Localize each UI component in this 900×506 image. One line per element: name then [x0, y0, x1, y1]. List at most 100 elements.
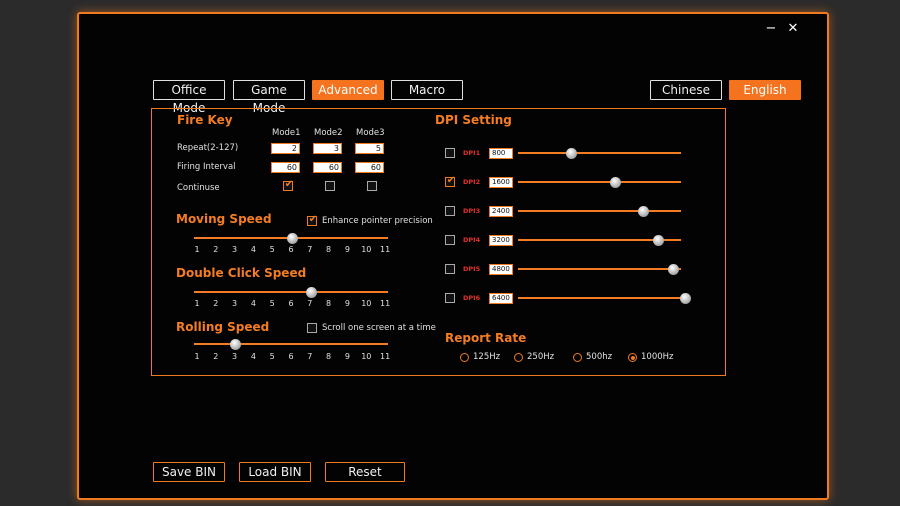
slider-tick-label: 7	[307, 299, 313, 308]
dpi-slider-thumb[interactable]	[638, 205, 650, 217]
repeat-mode2-input[interactable]: 3	[313, 143, 342, 154]
mode1-header: Mode1	[272, 128, 301, 138]
slider-tick-label: 3	[232, 352, 238, 361]
slider-tick-label: 10	[361, 299, 372, 308]
continuse-mode1-checkbox[interactable]: ✔	[283, 179, 294, 191]
dpi-level-label: DPI2	[463, 178, 481, 186]
minimize-icon[interactable]: −	[764, 22, 778, 36]
rolling-speed-slider[interactable]	[194, 343, 388, 345]
dpi-slider[interactable]	[518, 152, 681, 154]
slider-tick-label: 4	[250, 352, 256, 361]
slider-tick-label: 1	[194, 352, 200, 361]
dpi-setting-title: DPI Setting	[435, 113, 512, 127]
slider-tick-label: 9	[344, 299, 350, 308]
slider-tick-label: 11	[380, 299, 391, 308]
slider-tick-label: 9	[344, 352, 350, 361]
dpi-checkbox[interactable]	[445, 235, 455, 245]
report-rate-500-label: 500hz	[586, 352, 613, 362]
slider-tick-label: 10	[361, 352, 372, 361]
load-bin-button[interactable]: Load BIN	[239, 462, 311, 482]
dpi-level-label: DPI5	[463, 265, 481, 273]
rolling-speed-thumb[interactable]	[229, 338, 241, 350]
dpi-level-label: DPI1	[463, 149, 481, 157]
save-bin-button[interactable]: Save BIN	[153, 462, 225, 482]
dpi-value-input[interactable]: 3200	[489, 235, 513, 246]
tab-macro[interactable]: Macro	[391, 80, 463, 100]
language-english-button[interactable]: English	[729, 80, 801, 100]
dpi-slider[interactable]	[518, 181, 681, 183]
slider-tick-label: 4	[250, 299, 256, 308]
dpi-slider[interactable]	[518, 268, 681, 270]
report-rate-1000-label: 1000Hz	[641, 352, 674, 362]
dpi-slider-thumb[interactable]	[610, 176, 622, 188]
tab-office-mode[interactable]: Office Mode	[153, 80, 225, 115]
dpi-slider-thumb[interactable]	[679, 292, 691, 304]
interval-mode3-input[interactable]: 60	[355, 162, 384, 173]
dpi-checkbox[interactable]	[445, 206, 455, 216]
slider-tick-label: 11	[380, 245, 391, 254]
report-rate-500-radio[interactable]	[573, 353, 582, 362]
repeat-label: Repeat(2-127)	[177, 143, 239, 153]
slider-tick-label: 8	[326, 352, 332, 361]
double-click-speed-title: Double Click Speed	[176, 266, 307, 280]
slider-tick-label: 11	[380, 352, 391, 361]
slider-tick-label: 6	[288, 352, 294, 361]
mode3-header: Mode3	[356, 128, 385, 138]
slider-tick-label: 8	[326, 299, 332, 308]
interval-mode1-input[interactable]: 60	[271, 162, 300, 173]
slider-tick-label: 9	[344, 245, 350, 254]
slider-tick-label: 1	[194, 245, 200, 254]
tab-game-mode[interactable]: Game Mode	[233, 80, 305, 115]
dpi-slider-thumb[interactable]	[565, 147, 577, 159]
rolling-speed-title: Rolling Speed	[176, 320, 270, 334]
slider-tick-label: 3	[232, 245, 238, 254]
slider-tick-label: 7	[307, 352, 313, 361]
dpi-level-label: DPI6	[463, 294, 481, 302]
continuse-mode3-checkbox[interactable]	[367, 181, 377, 191]
report-rate-125-label: 125Hz	[473, 352, 501, 362]
dpi-value-input[interactable]: 1600	[489, 177, 513, 188]
continuse-mode2-checkbox[interactable]	[325, 181, 335, 191]
repeat-mode3-input[interactable]: 5	[355, 143, 384, 154]
continuse-label: Continuse	[177, 183, 220, 193]
dpi-checkbox[interactable]	[445, 293, 455, 303]
dpi-checkbox[interactable]: ✔	[445, 175, 455, 187]
slider-tick-label: 2	[213, 299, 219, 308]
dpi-slider-thumb[interactable]	[667, 263, 679, 275]
language-chinese-button[interactable]: Chinese	[650, 80, 722, 100]
tab-advanced[interactable]: Advanced	[312, 80, 384, 100]
dpi-value-input[interactable]: 800	[489, 148, 513, 159]
mode2-header: Mode2	[314, 128, 343, 138]
enhance-pointer-checkbox[interactable]: ✔	[307, 214, 317, 226]
moving-speed-title: Moving Speed	[176, 212, 272, 226]
double-click-speed-slider[interactable]	[194, 291, 388, 293]
double-click-speed-thumb[interactable]	[305, 286, 317, 298]
report-rate-1000-radio[interactable]	[628, 353, 637, 362]
report-rate-125-radio[interactable]	[460, 353, 469, 362]
slider-tick-label: 5	[269, 245, 275, 254]
dpi-checkbox[interactable]	[445, 264, 455, 274]
report-rate-250-radio[interactable]	[514, 353, 523, 362]
dpi-value-input[interactable]: 4800	[489, 264, 513, 275]
dpi-value-input[interactable]: 6400	[489, 293, 513, 304]
firing-interval-label: Firing Interval	[177, 162, 236, 172]
report-rate-title: Report Rate	[445, 331, 527, 345]
dpi-value-input[interactable]: 2400	[489, 206, 513, 217]
repeat-mode1-input[interactable]: 2	[271, 143, 300, 154]
check-icon: ✔	[284, 179, 294, 190]
dpi-level-label: DPI3	[463, 207, 481, 215]
slider-tick-label: 7	[307, 245, 313, 254]
slider-tick-label: 1	[194, 299, 200, 308]
moving-speed-thumb[interactable]	[286, 232, 298, 244]
dpi-slider[interactable]	[518, 297, 681, 299]
slider-tick-label: 2	[213, 245, 219, 254]
scroll-one-screen-checkbox[interactable]	[307, 323, 317, 333]
reset-button[interactable]: Reset	[325, 462, 405, 482]
dpi-slider-thumb[interactable]	[653, 234, 665, 246]
dpi-checkbox[interactable]	[445, 148, 455, 158]
slider-tick-label: 8	[326, 245, 332, 254]
dpi-slider[interactable]	[518, 210, 681, 212]
interval-mode2-input[interactable]: 60	[313, 162, 342, 173]
close-icon[interactable]: ✕	[786, 22, 800, 36]
dpi-level-label: DPI4	[463, 236, 481, 244]
